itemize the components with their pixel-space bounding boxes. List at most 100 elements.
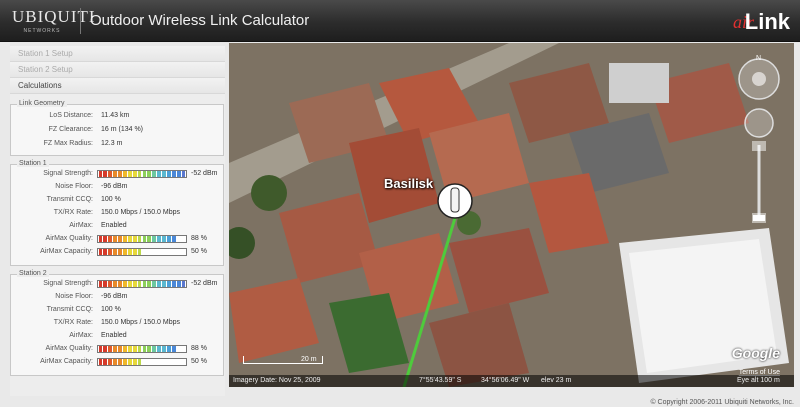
meter-segment [118,346,122,352]
meter-segment [103,171,108,177]
placemark-label: Basilisk [384,176,434,191]
row-label: TX/RX Rate: [53,319,93,326]
sidebar: Station 1 Setup Station 2 Setup Calculat… [10,46,225,396]
row-label: Noise Floor: [55,183,93,190]
meter-segment [118,359,122,365]
meter-segment [147,346,152,352]
meter-segment [142,236,147,242]
row-value: 100 % [101,196,121,203]
row-label: AirMax: [69,332,93,339]
row-label: FZ Max Radius: [43,140,93,147]
meter-segment [108,346,113,352]
elevation: elev 23 m [541,377,572,384]
logo-text: UBIQUITI [12,7,96,26]
meter-segment [171,346,176,352]
airmax-capacity-meter [97,358,187,366]
meter-segment [162,346,166,352]
station1-panel: Station 1 Signal Strength: -52 dBm Noise… [10,160,224,266]
meter-segment [132,171,137,177]
nav-station1-setup[interactable]: Station 1 Setup [10,46,225,62]
meter-segment [122,346,127,352]
meter-segment [166,281,171,287]
row-value: 50 % [191,358,207,365]
meter-segment [166,171,171,177]
link-geometry-panel: Link Geometry LoS Distance: 11.43 km FZ … [10,100,224,156]
signal-strength-row: Signal Strength: -52 dBm [11,168,223,180]
meter-segment [162,281,166,287]
airmax-quality-meter [97,345,187,353]
tx-rx-rate-row: TX/RX Rate: 150.0 Mbps / 150.0 Mbps [11,317,223,329]
meter-segment [103,359,108,365]
ubiquiti-logo: UBIQUITI NETWORKS [12,5,96,37]
row-label: Transmit CCQ: [46,196,93,203]
meter-segment [127,236,132,242]
meter-segment [166,346,171,352]
airlink-logo: air Link [700,9,790,35]
row-label: TX/RX Rate: [53,209,93,216]
page-title: Outdoor Wireless Link Calculator [90,12,310,29]
row-label: AirMax Quality: [45,235,93,242]
row-label: AirMax: [69,222,93,229]
map-status-bar: Imagery Date: Nov 25, 2009 7°55'43.59" S… [229,375,794,387]
compass-north: N [756,55,762,62]
meter-segment [162,236,166,242]
meter-segment [103,249,108,255]
meter-segment [166,236,171,242]
meter-segment [147,171,152,177]
meter-segment [113,346,118,352]
row-value: 88 % [191,235,207,242]
fz-clearance-row: FZ Clearance: 16 m (134 %) [11,124,223,136]
row-value: -96 dBm [101,293,128,300]
transmit-ccq-row: Transmit CCQ: 100 % [11,194,223,206]
row-label: AirMax Capacity: [40,358,93,365]
row-label: Noise Floor: [55,293,93,300]
los-distance-row: LoS Distance: 11.43 km [11,110,223,122]
meter-segment [103,236,108,242]
meter-segment [152,346,157,352]
row-value: Enabled [101,332,127,339]
meter-segment [122,359,127,365]
satellite-map[interactable]: N Basilisk 20 m Google Terms of Use Imag… [229,43,794,387]
row-value: 12.3 m [101,140,123,147]
station2-panel: Station 2 Signal Strength: -52 dBm Noise… [10,270,224,376]
meter-segment [176,281,181,287]
row-value: -96 dBm [101,183,128,190]
panel-legend: Link Geometry [17,100,67,107]
nav-calculations[interactable]: Calculations [10,78,225,94]
airmax-capacity-row: AirMax Capacity: 50 % [11,246,223,258]
meter-segment [113,359,118,365]
meter-segment [132,236,137,242]
meter-segment [152,236,157,242]
meter-segment [137,359,142,365]
meter-segment [171,236,176,242]
meter-segment [181,171,186,177]
row-value: -52 dBm [191,280,218,287]
zoom-slider-handle[interactable] [753,215,765,221]
app-header: UBIQUITI NETWORKS Outdoor Wireless Link … [0,0,800,42]
row-value: 150.0 Mbps / 150.0 Mbps [101,209,180,216]
row-label: Signal Strength: [43,170,93,177]
meter-segment [122,281,127,287]
meter-segment [127,281,132,287]
zoom-in-button[interactable] [752,141,766,151]
move-control[interactable] [744,108,774,138]
meter-segment [108,249,113,255]
meter-segment [147,281,152,287]
row-value: Enabled [101,222,127,229]
logo-subtext: NETWORKS [23,28,61,34]
row-value: -52 dBm [191,170,218,177]
meter-segment [142,281,147,287]
panel-legend: Station 1 [17,160,49,167]
meter-segment [137,281,142,287]
header-divider [80,8,81,34]
meter-segment [132,249,137,255]
meter-segment [122,236,127,242]
map-imagery [229,43,794,387]
meter-segment [132,346,137,352]
nav-station2-setup[interactable]: Station 2 Setup [10,62,225,78]
meter-segment [157,236,162,242]
meter-segment [98,249,103,255]
row-label: AirMax Capacity: [40,248,93,255]
signal-strength-meter [97,170,187,178]
row-value: 16 m (134 %) [101,126,144,133]
